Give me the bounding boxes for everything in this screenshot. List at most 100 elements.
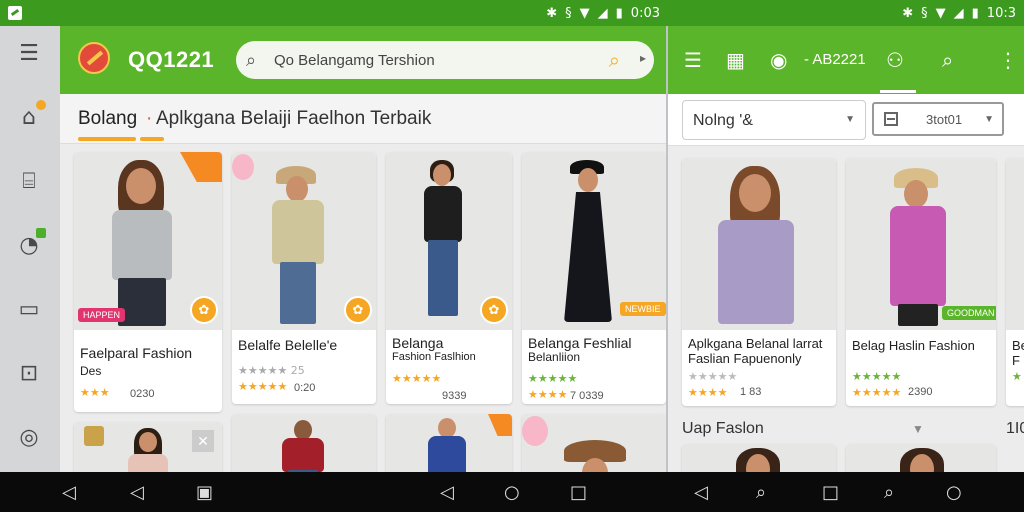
category-dropdown-value: 3tot01 (926, 112, 963, 127)
sort-dropdown-value: Nolng '& (693, 112, 753, 129)
search-button-icon[interactable]: ⌕ (609, 48, 620, 72)
home-icon[interactable]: ○ (946, 482, 962, 503)
back-icon[interactable]: ◁ (440, 482, 454, 503)
product-image (232, 414, 376, 472)
product-card[interactable]: ✿ Belanga Fashion Faslhion ★★★★★ 9339 (386, 152, 512, 404)
recents-icon[interactable]: □ (822, 482, 839, 503)
product-card[interactable] (522, 414, 666, 472)
sidebar: ☰ ⌂ ⌸ ◔ ▭ ⊡ ◎ (0, 26, 60, 472)
review-count: 2390 (908, 386, 933, 398)
product-image: ✿ (232, 152, 376, 330)
recents-icon[interactable]: ▣ (196, 482, 213, 503)
product-name: Belag Haslin Fashion (852, 338, 975, 353)
product-card[interactable]: HAPPEN ✿ Faelparal Fashion Des ★★★ 0230 (74, 152, 222, 412)
rating-stars: ★★★★★ (852, 386, 902, 399)
favorite-icon[interactable]: ✿ (480, 296, 508, 324)
search-bar[interactable]: ⌕ ⌕ ▸ (236, 41, 654, 79)
product-image: GOODMAN (846, 158, 996, 330)
search-input[interactable] (274, 51, 584, 69)
product-image (1006, 158, 1024, 330)
search-icon[interactable]: ⌕ (756, 482, 766, 503)
product-card[interactable] (232, 414, 376, 472)
product-image (846, 444, 996, 472)
timer-icon[interactable]: ◔ (14, 228, 46, 260)
category-tab-title[interactable]: Aplkgana Belaiji Faelhon Terbaik (156, 108, 431, 130)
product-card[interactable] (846, 444, 996, 472)
app-title: QQ1221 (128, 47, 215, 72)
search-icon[interactable]: ⌕ (942, 48, 953, 72)
home-icon[interactable]: ○ (504, 482, 520, 503)
back-icon[interactable]: ◁ (62, 482, 76, 503)
product-card[interactable]: Aplkgana Belanal larrat Faslian Fapuenon… (682, 158, 836, 406)
active-tab-indicator (140, 137, 164, 141)
favorite-icon[interactable]: ✿ (190, 296, 218, 324)
wifi-icon: ▼ (579, 5, 590, 21)
compass-icon[interactable]: ◎ (14, 422, 44, 452)
home-store-icon[interactable]: ⌂ (14, 100, 46, 132)
product-card[interactable]: ✕ (74, 422, 222, 472)
review-count: 1 83 (740, 386, 762, 398)
wifi-icon: ▼ (935, 5, 946, 21)
system-nav-bar-right: ◁ ⌕ □ ⌕ ○ (668, 472, 1024, 512)
people-icon[interactable]: ⚇ (886, 48, 904, 72)
back-icon[interactable]: ◁ (694, 482, 708, 503)
search-icon[interactable]: ⌕ (884, 482, 894, 503)
account-box-icon[interactable]: ⊡ (14, 358, 44, 388)
product-image: NEWBIE (522, 152, 666, 330)
menu-icon[interactable]: ☰ (684, 48, 702, 72)
back-icon[interactable]: ◁ (130, 482, 144, 503)
product-name: Aplkgana Belanal larrat Faslian Fapuenon… (688, 336, 823, 366)
product-name: Faelparal Fashion (80, 345, 193, 361)
product-image: HAPPEN ✿ (74, 152, 222, 330)
filter-bar: Nolng '& ▼ 3tot01 ▼ (668, 94, 1024, 146)
chevron-down-icon: ▼ (984, 114, 994, 125)
status-time: 10:3 (986, 5, 1016, 21)
product-card[interactable] (682, 444, 836, 472)
rating-stars: ★★★★ (688, 386, 728, 399)
signal-icon: ◢ (953, 5, 964, 21)
promo-ribbon (180, 152, 222, 182)
battery-icon: ▮ (615, 5, 623, 21)
bluetooth-icon: ✱ (546, 5, 558, 21)
close-icon[interactable]: ✕ (192, 430, 214, 452)
rating-stars: ★★★★★ (392, 372, 442, 385)
active-tab-indicator (78, 137, 136, 141)
calendar-icon[interactable]: ▦ (726, 48, 745, 72)
rating-stars-secondary: ★★★★★ (688, 370, 738, 383)
favorite-icon[interactable]: ✿ (344, 296, 372, 324)
rating-stars-secondary: ★★★★★ 25 (238, 364, 305, 377)
product-card[interactable]: NEWBIE Belanga Feshlial Belanliion ★★★★★… (522, 152, 666, 404)
product-image (682, 158, 836, 330)
category-tab-active[interactable]: Bolang (78, 108, 137, 130)
rating-stars: ★ (1012, 370, 1022, 383)
review-count: 7 0339 (570, 390, 604, 402)
tablet-icon[interactable]: ▭ (14, 294, 44, 324)
product-card[interactable]: GOODMAN Belag Haslin Fashion ★★★★★ ★★★★★… (846, 158, 996, 406)
overflow-icon[interactable]: ▸ (640, 51, 646, 65)
rating-stars-secondary: ★★★★★ (852, 370, 902, 383)
chat-icon[interactable]: ◉ (770, 48, 787, 72)
battery-icon: ▮ (971, 5, 979, 21)
recents-icon[interactable]: □ (570, 482, 587, 503)
product-card[interactable]: Be F ★ (1006, 158, 1024, 406)
chevron-down-icon[interactable]: ▼ (912, 422, 924, 436)
basket-icon[interactable]: ⌸ (14, 166, 44, 196)
section-title: Uap Faslon (682, 420, 764, 437)
product-subtitle: Belanliion (528, 350, 581, 364)
product-tag: HAPPEN (78, 308, 126, 322)
rating-stars: ★★★★★ (238, 380, 288, 393)
bluetooth-icon: ✱ (902, 5, 914, 21)
sort-dropdown[interactable]: Nolng '& ▼ (682, 100, 866, 140)
review-count: 9339 (442, 390, 467, 402)
app-bar: QQ1221 ⌕ ⌕ ▸ (60, 26, 668, 94)
overflow-menu-icon[interactable]: ⋮ (998, 48, 1018, 72)
product-name: Belanga Feshlial (528, 335, 632, 351)
product-image: ✕ (74, 422, 222, 472)
rating-stars-secondary: ★★★★★ (528, 372, 578, 385)
product-card[interactable] (386, 414, 512, 472)
product-image (682, 444, 836, 472)
product-card[interactable]: ✿ Belalfe Belelle'e ★★★★★ 25 ★★★★★ 0:20 (232, 152, 376, 404)
category-dropdown[interactable]: 3tot01 ▼ (872, 102, 1004, 136)
menu-icon[interactable]: ☰ (14, 38, 44, 68)
notification-dot (36, 100, 46, 110)
